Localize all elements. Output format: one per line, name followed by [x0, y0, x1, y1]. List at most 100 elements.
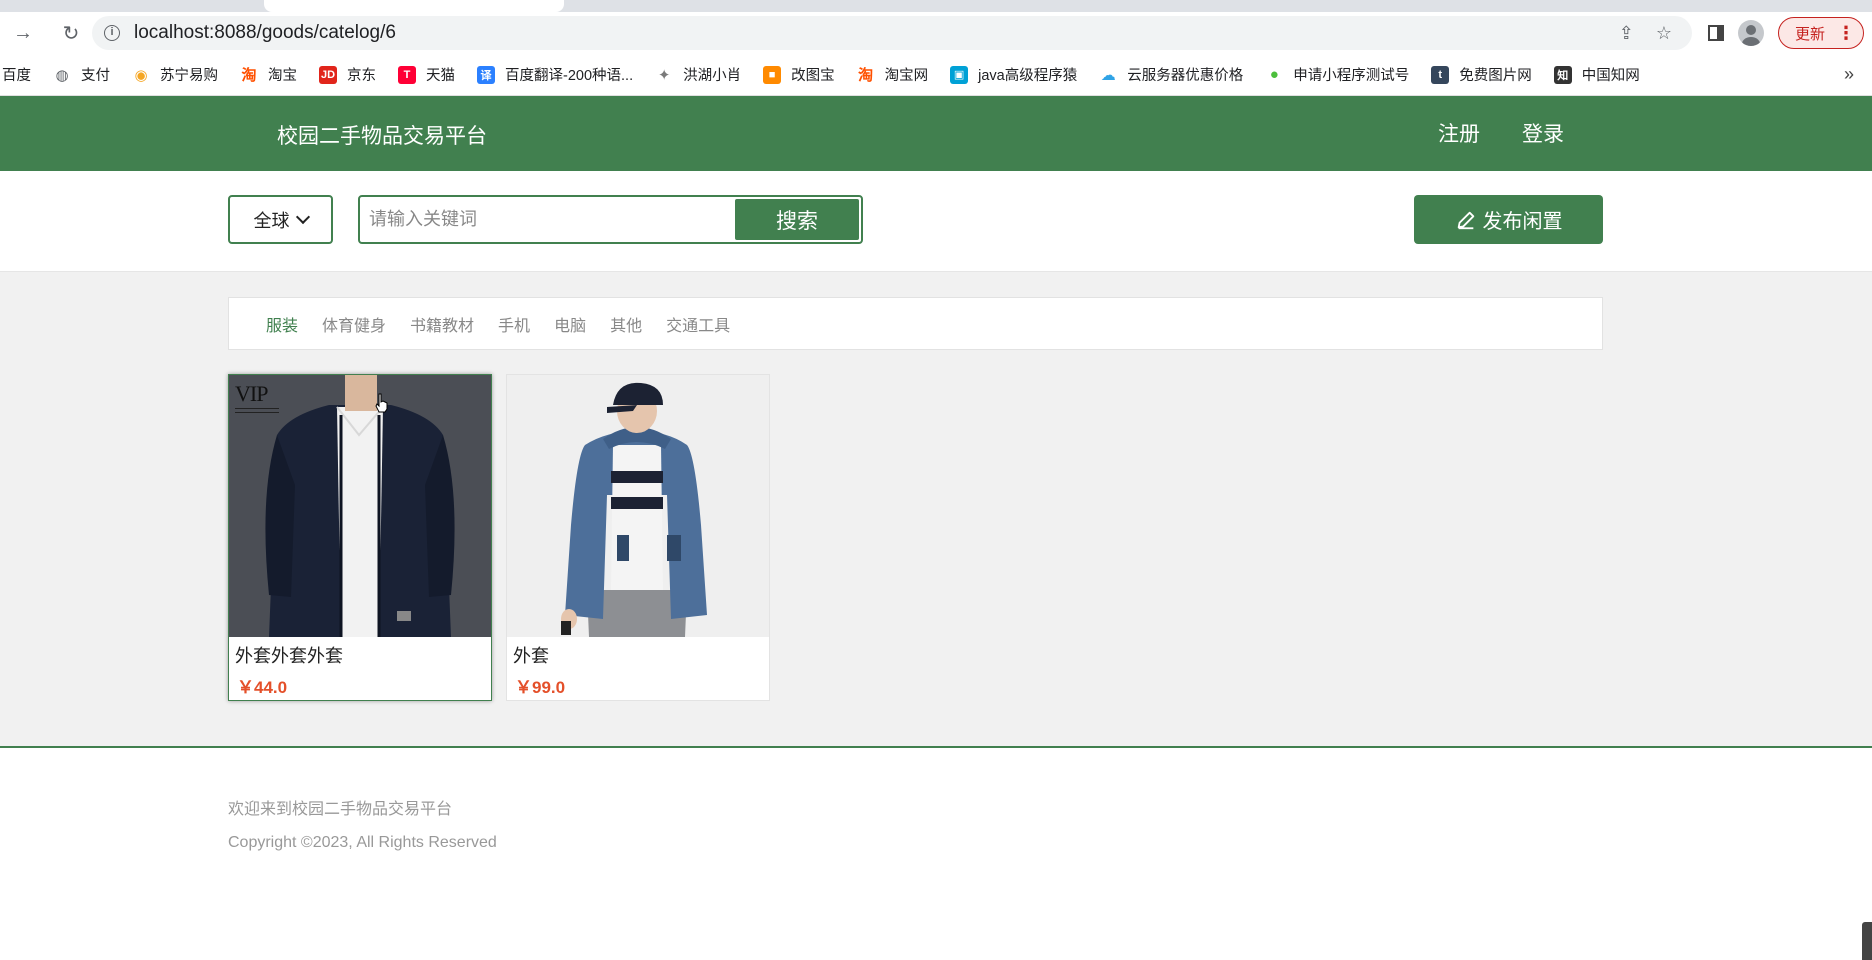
- bookmark-item[interactable]: 译百度翻译-200种语...: [477, 64, 633, 85]
- bookmark-item[interactable]: JD 京东: [319, 64, 376, 85]
- bookmark-star-icon[interactable]: ☆: [1656, 23, 1672, 44]
- bookmark-item[interactable]: T 天猫: [398, 64, 455, 85]
- site-title[interactable]: 校园二手物品交易平台: [277, 120, 487, 150]
- more-bookmarks-icon[interactable]: »: [1844, 64, 1854, 85]
- publish-label: 发布闲置: [1482, 211, 1563, 233]
- goods-price: ￥99.0: [515, 678, 566, 697]
- url-text[interactable]: localhost:8088/goods/catelog/6: [134, 22, 396, 44]
- update-button[interactable]: 更新 ⋮: [1777, 17, 1864, 49]
- bookmark-label: 洪湖小肖: [683, 68, 742, 84]
- footer: 欢迎来到校园二手物品交易平台 Copyright ©2023, All Righ…: [0, 746, 1872, 960]
- vip-watermark-text: VIP: [235, 381, 268, 406]
- forward-icon[interactable]: →: [8, 18, 38, 48]
- footer-welcome: 欢迎来到校园二手物品交易平台: [228, 801, 453, 818]
- goods-name[interactable]: 外套外套外套: [229, 637, 491, 668]
- goods-price: ￥44.0: [237, 678, 288, 697]
- bookmark-label: 淘宝: [268, 68, 297, 84]
- category-item[interactable]: 其他: [610, 312, 642, 336]
- bird-icon: ✦: [657, 66, 671, 84]
- browser-toolbar: → ↻ i localhost:8088/goods/catelog/6 ⇪ ☆…: [0, 12, 1872, 54]
- bookmark-item[interactable]: ☁ 云服务器优惠价格: [1099, 64, 1244, 85]
- bookmark-item[interactable]: ✦ 洪湖小肖: [655, 64, 741, 85]
- tmall-icon: T: [398, 65, 416, 84]
- category-item[interactable]: 服装: [266, 312, 298, 336]
- bookmark-label: 百度翻译-200种语...: [505, 68, 634, 84]
- bookmark-label: 云服务器优惠价格: [1127, 68, 1244, 84]
- category-item[interactable]: 交通工具: [666, 312, 730, 336]
- bookmark-label: java高级程序猿: [978, 68, 1078, 84]
- cloud-icon: ☁: [1100, 66, 1116, 84]
- bookmark-label: 京东: [347, 68, 376, 84]
- chevron-down-icon: [295, 209, 310, 224]
- goods-list: VIP 外套外套外套 ￥44.0 外套 ￥99.0: [228, 374, 770, 701]
- bookmark-label: 苏宁易购: [160, 68, 218, 84]
- reload-icon[interactable]: ↻: [56, 18, 86, 48]
- bookmark-item[interactable]: 淘淘宝网: [857, 64, 929, 85]
- site-header: 校园二手物品交易平台 注册 登录: [0, 96, 1872, 171]
- category-item[interactable]: 体育健身: [322, 312, 386, 336]
- search-input[interactable]: [362, 199, 735, 240]
- bookmark-item[interactable]: ◉ 苏宁易购: [132, 64, 218, 85]
- header-nav: 注册 登录: [1438, 118, 1564, 148]
- jd-icon: JD: [319, 65, 337, 84]
- region-select[interactable]: 全球: [228, 195, 333, 244]
- bookmark-label: 免费图片网: [1459, 68, 1532, 84]
- goods-card[interactable]: 外套 ￥99.0: [506, 374, 770, 701]
- pencil-icon: [1457, 211, 1474, 229]
- bookmark-label: 中国知网: [1581, 68, 1640, 84]
- taobao-icon: 淘: [858, 67, 874, 84]
- search-box: 搜索: [358, 195, 863, 244]
- gaitubao-icon: ■: [763, 65, 782, 84]
- globe-icon: ◍: [55, 66, 69, 84]
- bookmark-item[interactable]: 百度: [2, 64, 31, 85]
- register-link[interactable]: 注册: [1438, 118, 1480, 148]
- tumblr-icon: t: [1431, 65, 1450, 84]
- menu-dots-icon: ⋮: [1837, 22, 1855, 43]
- bookmark-item[interactable]: t 免费图片网: [1431, 64, 1532, 85]
- update-label: 更新: [1794, 25, 1825, 43]
- goods-name[interactable]: 外套: [507, 637, 769, 668]
- bookmark-label: 天猫: [426, 68, 455, 84]
- scrollbar-thumb[interactable]: [1862, 922, 1872, 960]
- goods-card[interactable]: VIP 外套外套外套 ￥44.0: [228, 374, 492, 701]
- bookmark-label: 申请小程序测试号: [1293, 68, 1410, 84]
- bookmark-item[interactable]: ▣ java高级程序猿: [950, 64, 1077, 85]
- address-bar[interactable]: i localhost:8088/goods/catelog/6 ⇪ ☆: [92, 16, 1692, 50]
- translate-icon: 译: [477, 65, 495, 84]
- category-item[interactable]: 手机: [498, 312, 530, 336]
- bookmark-item[interactable]: 淘淘宝: [240, 64, 297, 85]
- category-bar: 服装 体育健身 书籍教材 手机 电脑 其他 交通工具: [228, 297, 1603, 350]
- region-label: 全球: [253, 210, 290, 231]
- bilibili-icon: ▣: [950, 65, 969, 84]
- tab-strip: [0, 0, 1872, 12]
- bookmark-item[interactable]: ● 申请小程序测试号: [1265, 64, 1410, 85]
- publish-button[interactable]: 发布闲置: [1414, 195, 1603, 244]
- main-content: 服装 体育健身 书籍教材 手机 电脑 其他 交通工具 VIP 外套外套外套 ￥4…: [0, 272, 1872, 746]
- cnki-icon: 知: [1553, 65, 1572, 84]
- bookmarks-bar: 百度 ◍ 支付 ◉ 苏宁易购淘淘宝 JD 京东 T 天猫译百度翻译-200种语... ✦ 洪湖小肖 ■…: [0, 54, 1872, 96]
- bookmark-item[interactable]: 知中国知网: [1553, 64, 1640, 85]
- search-button[interactable]: 搜索: [735, 199, 859, 240]
- bookmark-label: 支付: [81, 68, 110, 84]
- bookmark-item[interactable]: ◍ 支付: [53, 64, 110, 85]
- side-panel-icon[interactable]: [1707, 25, 1724, 41]
- profile-avatar-icon[interactable]: [1737, 20, 1764, 46]
- wechat-icon: ●: [1269, 66, 1279, 83]
- search-area: 全球 搜索 发布闲置: [0, 171, 1872, 272]
- active-tab[interactable]: [264, 0, 564, 12]
- taobao-icon: 淘: [241, 67, 257, 84]
- bookmark-label: 百度: [2, 68, 31, 84]
- suning-icon: ◉: [134, 66, 148, 84]
- goods-image-blue-jacket[interactable]: [507, 375, 769, 637]
- bookmark-item[interactable]: ■ 改图宝: [763, 64, 835, 85]
- vip-watermark: VIP: [235, 381, 281, 415]
- footer-copyright: Copyright ©2023, All Rights Reserved: [228, 834, 497, 851]
- site-info-icon[interactable]: i: [104, 25, 120, 41]
- category-item[interactable]: 书籍教材: [410, 312, 474, 336]
- bookmark-label: 改图宝: [791, 68, 835, 84]
- bookmark-label: 淘宝网: [884, 68, 929, 84]
- goods-image-dark-jacket[interactable]: VIP: [229, 375, 491, 637]
- login-link[interactable]: 登录: [1522, 118, 1564, 148]
- category-item[interactable]: 电脑: [554, 312, 586, 336]
- share-icon[interactable]: ⇪: [1619, 23, 1634, 44]
